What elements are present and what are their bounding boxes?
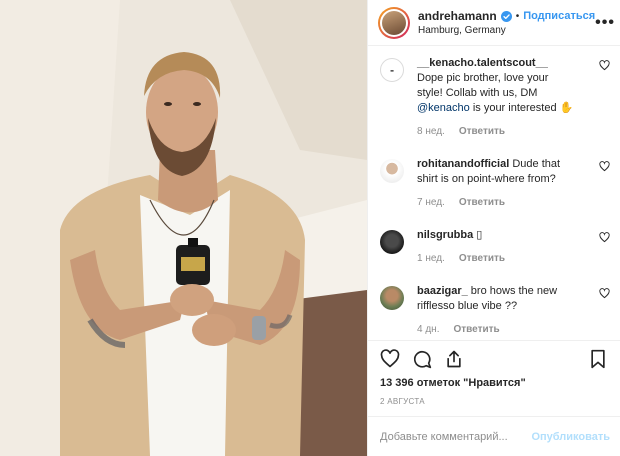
comment-text: baazigar_ bro hows the new rifflesso blu… bbox=[417, 285, 558, 312]
comment-item: nilsgrubba ▯ 1 нед. Ответить bbox=[368, 228, 620, 264]
comment-like-icon[interactable] bbox=[599, 161, 610, 172]
comment-avatar[interactable] bbox=[380, 286, 404, 310]
comment-time[interactable]: 7 нед. bbox=[417, 197, 445, 208]
reply-button[interactable]: Ответить bbox=[459, 253, 505, 264]
follow-button[interactable]: Подписаться bbox=[523, 10, 595, 22]
comments-list: ▬ __kenacho.talentscout__ Dope pic broth… bbox=[368, 46, 620, 340]
share-icon[interactable] bbox=[444, 349, 464, 369]
comment-avatar[interactable] bbox=[380, 230, 404, 254]
post-date[interactable]: 2 АВГУСТА bbox=[380, 397, 608, 406]
comment-time[interactable]: 1 нед. bbox=[417, 253, 445, 264]
comment-meta: 8 нед. Ответить bbox=[417, 126, 577, 137]
publish-button[interactable]: Опубликовать bbox=[531, 431, 610, 443]
comment-time[interactable]: 4 дн. bbox=[417, 324, 439, 335]
avatar-logo-mark: ▬ bbox=[390, 67, 394, 73]
comment-item: ▬ __kenacho.talentscout__ Dope pic broth… bbox=[368, 56, 620, 137]
comment-text: rohitanandofficial Dude that shirt is on… bbox=[417, 158, 561, 185]
separator-dot: • bbox=[515, 10, 520, 22]
comment-avatar[interactable] bbox=[380, 159, 404, 183]
comment-like-icon[interactable] bbox=[599, 60, 610, 71]
post-side-panel: andrehamann • Подписаться Hamburg, Germa… bbox=[367, 0, 620, 456]
more-options-icon[interactable]: ••• bbox=[595, 14, 615, 30]
comment-time[interactable]: 8 нед. bbox=[417, 126, 445, 137]
comment-meta: 1 нед. Ответить bbox=[417, 253, 577, 264]
comment-text: __kenacho.talentscout__ Dope pic brother… bbox=[417, 57, 574, 114]
comment-item: rohitanandofficial Dude that shirt is on… bbox=[368, 157, 620, 208]
post-header: andrehamann • Подписаться Hamburg, Germa… bbox=[368, 0, 620, 46]
instagram-post: andrehamann • Подписаться Hamburg, Germa… bbox=[0, 0, 620, 456]
comment-text: nilsgrubba ▯ bbox=[417, 229, 483, 241]
comment-item: baazigar_ bro hows the new rifflesso blu… bbox=[368, 284, 620, 335]
post-photo[interactable] bbox=[0, 0, 367, 456]
comment-input[interactable] bbox=[380, 430, 530, 443]
comment-username[interactable]: rohitanandofficial bbox=[417, 158, 509, 170]
post-image bbox=[0, 0, 367, 456]
comment-username[interactable]: baazigar_ bbox=[417, 285, 468, 297]
reply-button[interactable]: Ответить bbox=[459, 126, 505, 137]
author-username[interactable]: andrehamann bbox=[418, 9, 497, 23]
post-actions: 13 396 отметок "Нравится" 2 АВГУСТА bbox=[368, 340, 620, 416]
bookmark-icon[interactable] bbox=[588, 349, 608, 369]
comment-bubble-icon[interactable] bbox=[412, 349, 432, 369]
post-location[interactable]: Hamburg, Germany bbox=[418, 25, 595, 36]
author-avatar[interactable] bbox=[378, 6, 410, 39]
action-icons bbox=[380, 347, 608, 371]
author-info: andrehamann • Подписаться Hamburg, Germa… bbox=[418, 9, 595, 36]
comment-meta: 4 дн. Ответить bbox=[417, 324, 577, 335]
like-heart-icon[interactable] bbox=[380, 349, 400, 369]
comment-meta: 7 нед. Ответить bbox=[417, 197, 577, 208]
reply-button[interactable]: Ответить bbox=[453, 324, 499, 335]
comment-mention[interactable]: @kenacho bbox=[417, 102, 470, 114]
add-comment-bar: Опубликовать bbox=[368, 416, 620, 456]
comment-username[interactable]: nilsgrubba bbox=[417, 229, 473, 241]
verified-badge-icon bbox=[500, 10, 512, 22]
comment-avatar[interactable]: ▬ bbox=[380, 58, 404, 82]
comment-username[interactable]: __kenacho.talentscout__ bbox=[417, 57, 548, 69]
comment-like-icon[interactable] bbox=[599, 232, 610, 243]
reply-button[interactable]: Ответить bbox=[459, 197, 505, 208]
comment-like-icon[interactable] bbox=[599, 288, 610, 299]
likes-count[interactable]: 13 396 отметок "Нравится" bbox=[380, 377, 608, 389]
